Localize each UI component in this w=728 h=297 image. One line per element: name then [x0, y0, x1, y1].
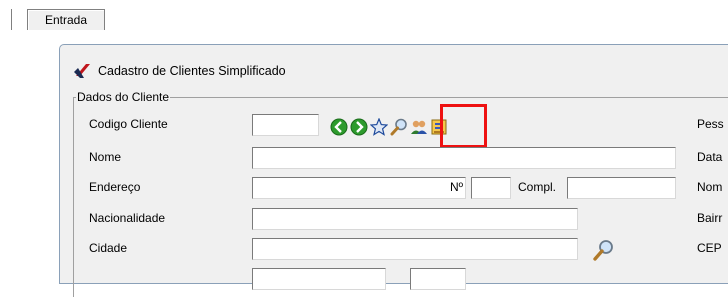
cidade-label: Cidade [89, 241, 128, 255]
cidade-input[interactable] [252, 238, 578, 260]
nome-input[interactable] [252, 147, 676, 169]
nacionalidade-label: Nacionalidade [89, 211, 166, 225]
arrow-left-icon[interactable] [330, 118, 348, 136]
right-label-pess: Pess [697, 117, 724, 131]
compl-input[interactable] [567, 177, 676, 199]
arrow-right-icon[interactable] [350, 118, 368, 136]
window-title: Cadastro de Clientes Simplificado [98, 64, 286, 78]
endereco-input[interactable] [252, 177, 466, 199]
app-logo-icon [74, 64, 90, 78]
nacionalidade-input[interactable] [252, 208, 578, 230]
search-icon[interactable] [390, 118, 408, 136]
right-label-cep: CEP [697, 241, 722, 255]
compl-label: Compl. [518, 180, 557, 194]
right-label-nome: Nom [697, 180, 723, 194]
partial-field-1[interactable] [252, 268, 386, 290]
codigo-cliente-input[interactable] [252, 114, 319, 136]
right-label-bairro: Bairr [697, 211, 723, 225]
tab-entrada[interactable]: Entrada [27, 9, 105, 30]
endereco-label: Endereço [89, 180, 141, 194]
window-titlebar: Cadastro de Clientes Simplificado [60, 45, 728, 89]
codigo-cliente-label: Codigo Cliente [89, 117, 168, 131]
highlight-box [440, 104, 487, 148]
tab-entrada-label: Entrada [44, 13, 88, 27]
right-label-data: Data [697, 150, 723, 164]
partial-field-2[interactable] [410, 268, 466, 290]
users-icon[interactable] [410, 118, 428, 136]
star-icon[interactable] [370, 118, 388, 136]
numero-label: Nº [450, 180, 464, 194]
cidade-search-icon[interactable] [593, 239, 615, 261]
group-label: Dados do Cliente [76, 90, 171, 104]
numero-input[interactable] [471, 177, 511, 199]
tab-bar: Entrada [0, 0, 728, 32]
nome-label: Nome [89, 150, 122, 164]
tab-separator [11, 9, 15, 30]
